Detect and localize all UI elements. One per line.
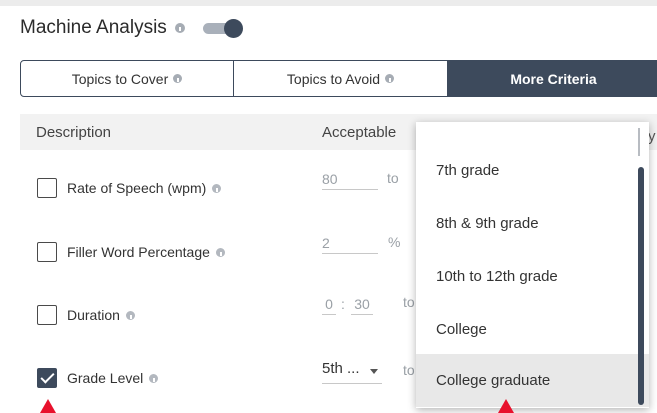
grade-level-checkbox[interactable] [37, 368, 57, 388]
percent-unit: % [388, 234, 401, 250]
filler-word-input[interactable]: 2 [322, 232, 378, 254]
column-header-acceptable: Acceptable [322, 123, 397, 141]
range-separator: to [403, 362, 415, 378]
tab-label: Topics to Cover [71, 70, 169, 87]
tab-label: Topics to Avoid [286, 70, 381, 87]
info-icon[interactable] [125, 310, 135, 320]
grade-level-dropdown: 7th grade 8th & 9th grade 10th to 12th g… [416, 122, 649, 408]
chevron-down-icon [370, 369, 378, 374]
clipped-header-glyph: y [648, 128, 656, 145]
tab-topics-to-avoid[interactable]: Topics to Avoid [234, 61, 448, 96]
range-separator: to [387, 170, 399, 186]
scrollbar-track [638, 128, 640, 156]
duration-minutes-input[interactable]: 0 [322, 293, 336, 315]
criteria-row-duration: Duration [37, 304, 135, 326]
info-icon[interactable] [149, 373, 159, 383]
machine-analysis-toggle[interactable] [202, 19, 243, 38]
select-value: 5th ... [322, 360, 360, 377]
filler-word-checkbox[interactable] [37, 242, 57, 262]
range-separator: to [403, 294, 415, 310]
annotation-marker-left [40, 399, 56, 413]
column-header-description: Description [36, 123, 112, 141]
criteria-row-grade-level: Grade Level [37, 367, 159, 389]
duration-colon: : [341, 296, 345, 312]
grade-level-min-select[interactable]: 5th ... [322, 360, 382, 384]
info-icon[interactable] [174, 23, 185, 33]
dropdown-scrollbar-thumb[interactable] [638, 167, 644, 405]
criteria-row-rate-of-speech: Rate of Speech (wpm) [37, 177, 222, 199]
row-label: Duration [67, 307, 120, 323]
dropdown-option[interactable]: 10th to 12th grade [416, 250, 649, 303]
header-row: Machine Analysis [20, 16, 243, 40]
rate-of-speech-min-input[interactable]: 80 [322, 168, 378, 190]
dropdown-option[interactable]: 7th grade [416, 144, 649, 197]
page-title: Machine Analysis [20, 17, 167, 38]
info-icon[interactable] [385, 74, 395, 83]
row-label: Filler Word Percentage [67, 244, 210, 260]
duration-checkbox[interactable] [37, 305, 57, 325]
dropdown-option[interactable]: 8th & 9th grade [416, 197, 649, 250]
toggle-knob [223, 19, 243, 38]
info-icon[interactable] [215, 247, 225, 257]
tab-topics-to-cover[interactable]: Topics to Cover [21, 61, 234, 96]
duration-seconds-input[interactable]: 30 [351, 293, 373, 315]
info-icon[interactable] [173, 74, 183, 83]
tab-more-criteria[interactable]: More Criteria [448, 61, 657, 96]
criteria-row-filler-word: Filler Word Percentage [37, 241, 225, 263]
dropdown-option[interactable]: College [416, 303, 649, 356]
tab-label: More Criteria [510, 70, 597, 87]
annotation-marker-right [498, 399, 514, 413]
dropdown-option-selected[interactable]: College graduate [416, 354, 649, 407]
row-label: Rate of Speech (wpm) [67, 180, 207, 196]
row-label: Grade Level [67, 370, 144, 386]
rate-of-speech-checkbox[interactable] [37, 178, 57, 198]
info-icon[interactable] [212, 183, 222, 193]
criteria-tabs: Topics to Cover Topics to Avoid More Cri… [20, 60, 657, 97]
